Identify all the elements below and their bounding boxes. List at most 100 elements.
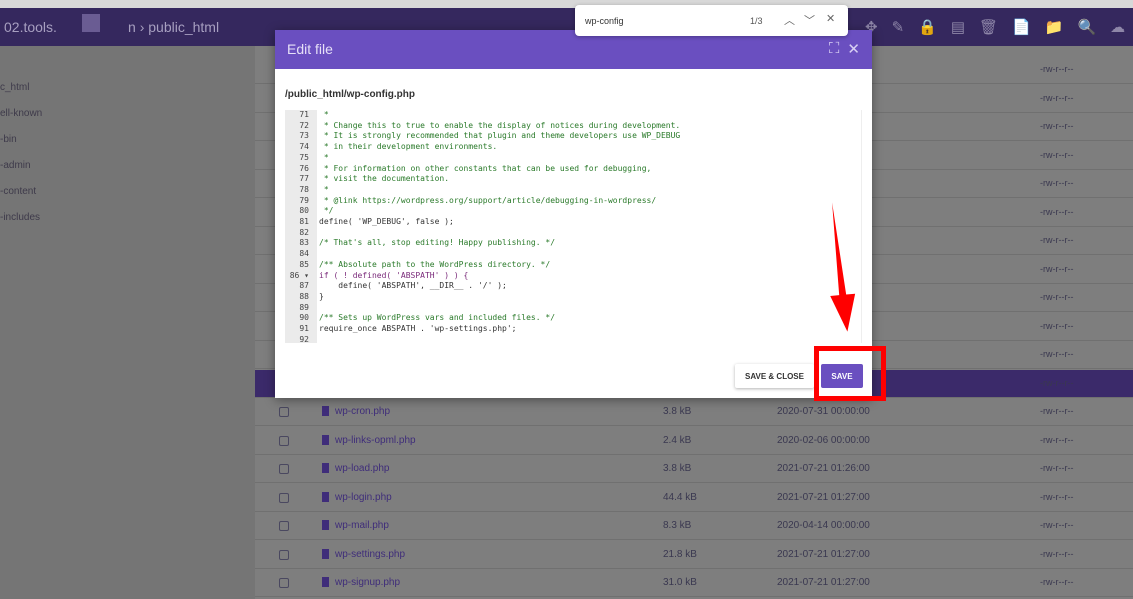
line-number: 77 [299,174,309,184]
row-checkbox[interactable] [279,492,289,503]
file-permissions: -rw-r--r-- [1040,121,1074,131]
code-editor[interactable]: 71 * 72 * Change this to true to enable t… [285,110,862,343]
code-line: 86 ▾ if ( ! defined( 'ABSPATH' ) ) { [285,270,469,282]
folder-item[interactable]: ell-known [0,108,42,119]
code-text: require_once ABSPATH . 'wp-settings.php'… [319,324,517,333]
table-row[interactable]: wp-login.php 44.4 kB 2021-07-21 01:27:00 -r… [255,484,1133,512]
breadcrumb-part[interactable]: n [128,19,136,35]
code-line: 82 [285,228,309,239]
row-checkbox[interactable] [279,578,289,588]
folder-item[interactable]: -admin [0,160,31,171]
code-line: 72 * Change this to true to enable the d… [285,120,680,132]
file-permissions: -rw-r--r-- [1040,206,1074,217]
line-number: 86 ▾ [289,270,309,280]
file-size: 21.8 kB [663,548,697,560]
search-icon[interactable]: 🔍 [1077,18,1096,36]
folder-item[interactable]: -content [0,186,36,197]
row-checkbox[interactable] [279,407,289,417]
row-checkbox[interactable] [279,549,289,560]
file-permissions: -rw-r--r-- [1040,292,1074,302]
file-icon [322,491,329,502]
code-text: * [319,184,329,194]
row-checkbox[interactable] [279,464,289,474]
find-count: 1/3 [750,16,763,26]
line-number: 80 [299,206,309,216]
close-icon[interactable]: ✕ [847,40,860,58]
file-date: 2021-07-21 01:27:00 [777,577,870,588]
lock-icon[interactable]: 🔒 [918,18,937,36]
code-line: 79 * @link https://wordpress.org/support… [285,195,656,207]
archive-icon[interactable]: ▤ [951,18,965,36]
table-row[interactable]: wp-load.php 3.8 kB 2021-07-21 01:26:00 -rw-… [255,455,1133,483]
file-permissions: -rw-r--r-- [1040,520,1074,530]
table-row[interactable]: wp-settings.php 21.8 kB 2021-07-21 01:27:0… [255,541,1133,569]
line-number: 74 [299,142,309,152]
line-number: 82 [299,227,309,237]
trash-icon[interactable]: 🗑 [979,18,998,36]
file-permissions: -rw-r--r-- [1040,548,1074,559]
file-name[interactable]: wp-cron.php [335,406,390,417]
table-row[interactable]: wp-signup.php 31.0 kB 2021-07-21 01:27:00 -… [255,569,1133,597]
code-text: * It is strongly recommended that plugin… [319,131,681,141]
file-date: 2021-07-21 01:27:00 [777,548,870,560]
folder-item[interactable]: -bin [0,134,17,145]
file-permissions: -rw-r--r-- [1040,92,1074,103]
code-line: 83 /* That's all, stop editing! Happy pub… [285,238,555,249]
row-checkbox[interactable] [279,435,289,446]
file-icon [322,406,329,416]
table-row[interactable]: wp-mail.php 8.3 kB 2020-04-14 00:00:00 -rw-… [255,512,1133,540]
code-line: 80 */ [285,206,333,217]
file-name[interactable]: wp-mail.php [335,520,389,531]
close-icon[interactable]: ✕ [826,12,835,25]
file-name[interactable]: wp-login.php [335,492,392,503]
file-name[interactable]: wp-links-opml.php [335,435,416,446]
edit-icon[interactable]: ✎ [892,18,905,36]
file-date: 2021-07-21 01:27:00 [777,491,870,503]
line-number: 92 [299,334,309,343]
breadcrumb-current[interactable]: public_html [148,19,219,35]
file-name[interactable]: wp-settings.php [335,549,405,560]
folder-item[interactable]: -includes [0,212,40,223]
edit-file-dialog: Edit file ⛶ ✕ /public_html/wp-config.php … [275,30,872,398]
line-number: 81 [299,217,309,226]
breadcrumb[interactable]: n › public_html [128,19,219,35]
host-label: 02.tools. [4,19,57,35]
file-name[interactable]: wp-signup.php [335,577,400,588]
code-text: * Change this to true to enable the disp… [319,120,681,130]
code-text: * [319,152,329,162]
line-number: 90 [299,313,309,323]
file-path: /public_html/wp-config.php [285,89,415,100]
code-line: 81 define( 'WP_DEBUG', false ); [285,217,454,228]
breadcrumb-separator: › [139,19,145,35]
code-line: 85 /** Absolute path to the WordPress dir… [285,260,550,271]
find-input[interactable]: wp-config [585,16,624,26]
toolbar: ✥✎🔒▤🗑📄📁🔍☁↻ [865,18,1133,36]
code-text: * in their development environments. [319,142,498,152]
code-line: 87 define( 'ABSPATH', __DIR__ . '/' ); [285,281,506,292]
file-permissions: -rw-r--r-- [1040,491,1074,502]
folder-item[interactable]: c_html [0,82,29,93]
line-number: 91 [299,324,309,333]
table-row[interactable]: wp-links-opml.php 2.4 kB 2020-02-06 00:00:… [255,427,1133,455]
chevron-down-icon[interactable]: ﹀ [804,12,815,28]
table-row[interactable]: wp-cron.php 3.8 kB 2020-07-31 00:00:00 -rw-… [255,398,1133,426]
new-file-icon[interactable]: 📄 [1012,18,1031,36]
new-folder-icon[interactable]: 📁 [1045,18,1064,36]
file-name[interactable]: wp-load.php [335,463,389,474]
save-close-button[interactable]: SAVE & CLOSE [735,364,814,388]
file-permissions: -rw-r--r-- [1040,235,1074,245]
row-checkbox[interactable] [279,521,289,531]
line-number: 72 [299,120,309,130]
code-text: define( 'ABSPATH', __DIR__ . '/' ); [319,281,507,291]
code-text: if ( ! defined( 'ABSPATH' ) ) { [319,270,469,280]
maximize-icon[interactable]: ⛶ [829,40,840,58]
line-number: 83 [299,238,309,248]
file-permissions: -rw-r--r-- [1040,320,1074,331]
code-line: 73 * It is strongly recommended that plu… [285,131,680,142]
redaction-box [82,14,100,32]
upload-icon[interactable]: ☁ [1110,18,1125,36]
chevron-up-icon[interactable]: ︿ [784,12,795,28]
file-permissions: -rw-r--r-- [1040,178,1074,188]
line-number: 79 [299,195,309,205]
code-text: * [319,110,329,119]
